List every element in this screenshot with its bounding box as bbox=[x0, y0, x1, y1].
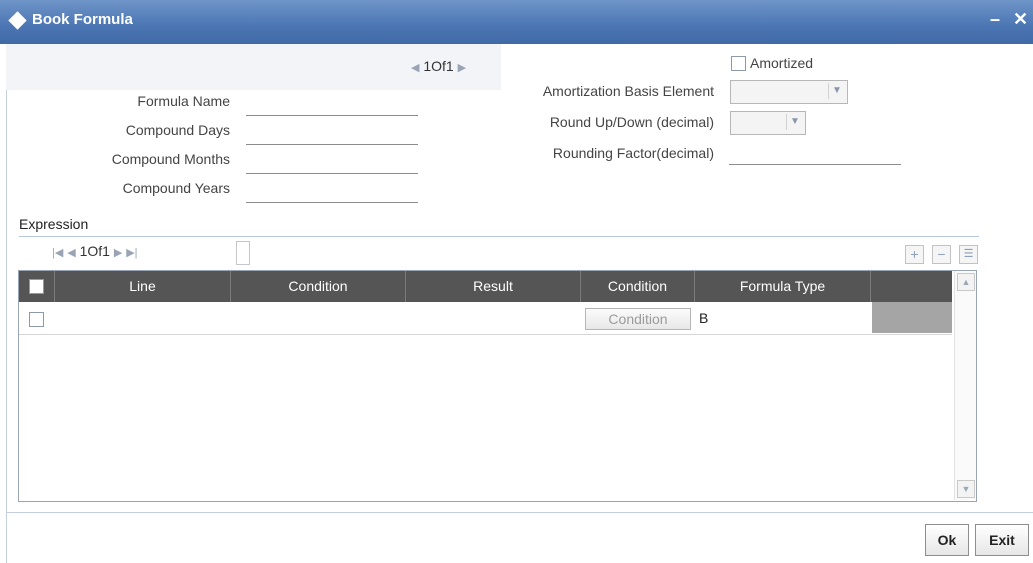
amortized-label: Amortized bbox=[750, 55, 814, 71]
column-result[interactable]: Result bbox=[405, 271, 580, 302]
column-condition[interactable]: Condition bbox=[230, 271, 405, 302]
grid-header: Line Condition Result Condition Formula … bbox=[19, 271, 952, 302]
select-all-checkbox[interactable] bbox=[29, 279, 44, 294]
row-checkbox[interactable] bbox=[29, 312, 44, 327]
list-icon: ☰ bbox=[963, 248, 974, 260]
ok-button[interactable]: Ok bbox=[925, 524, 969, 556]
compound-years-field[interactable] bbox=[246, 182, 418, 203]
next-page-icon[interactable]: ▶ bbox=[114, 247, 122, 259]
compound-years-label: Compound Years bbox=[122, 180, 230, 196]
amortization-basis-select[interactable]: ▼ bbox=[730, 80, 848, 104]
scroll-down-icon[interactable]: ▼ bbox=[957, 480, 975, 498]
add-row-button[interactable]: + bbox=[905, 245, 924, 264]
compound-days-field[interactable] bbox=[246, 124, 418, 145]
amortization-basis-label: Amortization Basis Element bbox=[542, 83, 714, 99]
window-icon bbox=[8, 11, 27, 30]
record-pager-text: 1Of1 bbox=[423, 58, 454, 74]
close-button[interactable]: ✕ bbox=[1013, 9, 1028, 30]
previous-record-icon[interactable]: ◀ bbox=[411, 62, 419, 74]
column-extra bbox=[870, 271, 952, 302]
chevron-down-icon: ▼ bbox=[828, 83, 845, 99]
amortized-checkbox[interactable] bbox=[731, 56, 746, 71]
formula-type-value: B bbox=[699, 310, 709, 326]
round-updown-select[interactable]: ▼ bbox=[730, 111, 806, 135]
window-title: Book Formula bbox=[32, 11, 133, 28]
select-all-cell bbox=[19, 271, 54, 302]
compound-months-field[interactable] bbox=[246, 153, 418, 174]
table-row: Condition B bbox=[19, 302, 952, 335]
scroll-up-icon[interactable]: ▲ bbox=[957, 273, 975, 291]
plus-icon: + bbox=[910, 246, 919, 262]
column-line[interactable]: Line bbox=[54, 271, 230, 302]
record-pager: ◀ 1Of1 ▶ bbox=[411, 58, 466, 74]
single-view-button[interactable]: ☰ bbox=[959, 245, 978, 264]
compound-days-label: Compound Days bbox=[125, 122, 230, 138]
minus-icon: − bbox=[937, 246, 946, 262]
previous-page-icon[interactable]: ◀ bbox=[67, 247, 75, 259]
window-border bbox=[6, 44, 7, 563]
section-divider bbox=[19, 236, 979, 237]
rounding-factor-field[interactable] bbox=[729, 144, 901, 165]
formula-name-label: Formula Name bbox=[137, 93, 230, 109]
delete-row-button[interactable]: − bbox=[932, 245, 951, 264]
last-page-icon[interactable]: ▶| bbox=[126, 247, 137, 259]
rounding-factor-label: Rounding Factor(decimal) bbox=[552, 145, 714, 161]
formula-name-field[interactable] bbox=[246, 95, 418, 116]
vertical-scrollbar[interactable]: ▲ ▼ bbox=[954, 271, 976, 500]
grid-pager: |◀ ◀ 1Of1 ▶ ▶| bbox=[52, 243, 138, 259]
row-extra-cell bbox=[872, 302, 952, 333]
title-bar: Book Formula – ✕ bbox=[0, 0, 1033, 44]
grid-pager-text: 1Of1 bbox=[79, 243, 110, 259]
footer-divider bbox=[6, 512, 1033, 513]
column-condition-button[interactable]: Condition bbox=[580, 271, 694, 302]
round-updown-label: Round Up/Down (decimal) bbox=[549, 114, 714, 130]
first-page-icon[interactable]: |◀ bbox=[52, 247, 63, 259]
page-number-input[interactable] bbox=[236, 241, 250, 265]
compound-months-label: Compound Months bbox=[111, 151, 230, 167]
condition-button[interactable]: Condition bbox=[585, 308, 691, 330]
chevron-down-icon: ▼ bbox=[786, 114, 803, 130]
expression-grid: Line Condition Result Condition Formula … bbox=[18, 270, 977, 502]
minimize-button[interactable]: – bbox=[990, 9, 1000, 30]
next-record-icon[interactable]: ▶ bbox=[458, 62, 466, 74]
exit-button[interactable]: Exit bbox=[975, 524, 1029, 556]
expression-title: Expression bbox=[19, 216, 89, 232]
column-formula-type[interactable]: Formula Type bbox=[694, 271, 870, 302]
